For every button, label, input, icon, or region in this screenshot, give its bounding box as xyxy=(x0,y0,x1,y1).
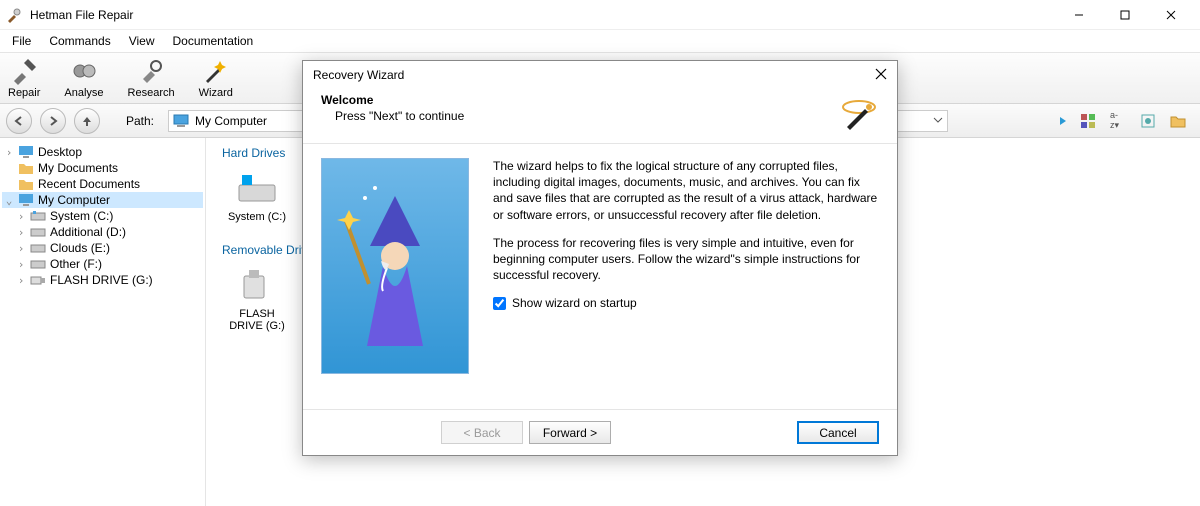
sort-az-icon[interactable]: a-z▾ xyxy=(1110,113,1126,129)
tree-mydocs[interactable]: My Documents xyxy=(2,160,203,176)
drive-icon xyxy=(30,209,46,223)
menu-commands[interactable]: Commands xyxy=(41,32,118,50)
expand-icon[interactable]: › xyxy=(4,146,14,159)
menu-view[interactable]: View xyxy=(121,32,163,50)
app-icon xyxy=(6,7,22,23)
expand-icon[interactable]: › xyxy=(16,242,26,255)
collapse-icon[interactable]: ⌄ xyxy=(4,194,14,207)
usb-drive-icon xyxy=(30,273,46,287)
drive-icon xyxy=(30,257,46,271)
toolbar-analyse[interactable]: Analyse xyxy=(64,57,103,99)
tree-mycomputer[interactable]: ⌄ My Computer xyxy=(2,192,203,208)
cancel-button[interactable]: Cancel xyxy=(797,421,879,444)
titlebar: Hetman File Repair xyxy=(0,0,1200,30)
nav-right-icons: a-z▾ xyxy=(1050,113,1194,129)
dialog-footer: < Back Forward > Cancel xyxy=(303,409,897,455)
drive-system-label: System (C:) xyxy=(228,211,286,223)
tree-clouds-label: Clouds (E:) xyxy=(50,241,110,255)
tree-mydocs-label: My Documents xyxy=(38,161,118,175)
nav-forward-button[interactable] xyxy=(40,108,66,134)
tree-desktop[interactable]: › Desktop xyxy=(2,144,203,160)
back-button: < Back xyxy=(441,421,523,444)
close-button[interactable] xyxy=(1148,0,1194,30)
show-on-startup-checkbox[interactable]: Show wizard on startup xyxy=(493,295,879,311)
toolbar-wizard-label: Wizard xyxy=(199,87,233,99)
tree-panel: › Desktop My Documents Recent Documents ⌄… xyxy=(0,138,206,506)
menu-file[interactable]: File xyxy=(4,32,39,50)
minimize-button[interactable] xyxy=(1056,0,1102,30)
analyse-icon xyxy=(70,57,98,85)
window-title: Hetman File Repair xyxy=(30,8,1056,22)
window-controls xyxy=(1056,0,1194,30)
drive-system-c[interactable]: System (C:) xyxy=(222,171,292,223)
tree-system-label: System (C:) xyxy=(50,209,113,223)
toolbar-repair-label: Repair xyxy=(8,87,40,99)
usb-drive-icon xyxy=(236,268,278,304)
computer-icon xyxy=(173,114,189,128)
dialog-close-button[interactable] xyxy=(875,67,887,84)
tree-clouds-e[interactable]: › Clouds (E:) xyxy=(2,240,203,256)
dialog-text: The wizard helps to fix the logical stru… xyxy=(493,158,879,395)
expand-icon[interactable]: › xyxy=(16,226,26,239)
show-on-startup-input[interactable] xyxy=(493,297,506,310)
view-thumbnails-icon[interactable] xyxy=(1080,113,1096,129)
toolbar-research-label: Research xyxy=(128,87,175,99)
tree-desktop-label: Desktop xyxy=(38,145,82,159)
tree-other-f[interactable]: › Other (F:) xyxy=(2,256,203,272)
toolbar-research[interactable]: Research xyxy=(128,57,175,99)
dialog-subheading: Press "Next" to continue xyxy=(321,109,839,123)
menubar: File Commands View Documentation xyxy=(0,30,1200,52)
forward-button[interactable]: Forward > xyxy=(529,421,611,444)
repair-icon xyxy=(10,57,38,85)
tree-recent-label: Recent Documents xyxy=(38,177,140,191)
dialog-header: Welcome Press "Next" to continue xyxy=(303,89,897,144)
folder-view-icon[interactable] xyxy=(1170,113,1186,129)
drive-icon xyxy=(30,225,46,239)
tree-additional-label: Additional (D:) xyxy=(50,225,126,239)
magic-wand-icon xyxy=(839,93,879,133)
go-arrow-icon[interactable] xyxy=(1050,113,1066,129)
expand-icon[interactable]: › xyxy=(16,210,26,223)
nav-back-button[interactable] xyxy=(6,108,32,134)
drive-icon xyxy=(236,171,278,207)
drive-flash-label: FLASH DRIVE (G:) xyxy=(222,308,292,332)
desktop-icon xyxy=(18,145,34,159)
recovery-wizard-dialog: Recovery Wizard Welcome Press "Next" to … xyxy=(302,60,898,456)
dialog-body: The wizard helps to fix the logical stru… xyxy=(303,144,897,409)
expand-icon[interactable]: › xyxy=(16,274,26,287)
maximize-button[interactable] xyxy=(1102,0,1148,30)
tree-other-label: Other (F:) xyxy=(50,257,102,271)
dialog-heading: Welcome xyxy=(321,93,839,107)
computer-icon xyxy=(18,193,34,207)
show-on-startup-label: Show wizard on startup xyxy=(512,295,637,311)
dialog-title: Recovery Wizard xyxy=(313,68,404,82)
tree-mycomputer-label: My Computer xyxy=(38,193,110,207)
tree-flash-g[interactable]: › FLASH DRIVE (G:) xyxy=(2,272,203,288)
expand-icon[interactable]: › xyxy=(16,258,26,271)
dialog-para2: The process for recovering files is very… xyxy=(493,235,879,284)
nav-up-button[interactable] xyxy=(74,108,100,134)
dialog-titlebar: Recovery Wizard xyxy=(303,61,897,89)
menu-documentation[interactable]: Documentation xyxy=(165,32,262,50)
preview-icon[interactable] xyxy=(1140,113,1156,129)
toolbar-analyse-label: Analyse xyxy=(64,87,103,99)
drive-icon xyxy=(30,241,46,255)
folder-icon xyxy=(18,177,34,191)
wizard-icon xyxy=(202,57,230,85)
toolbar-wizard[interactable]: Wizard xyxy=(199,57,233,99)
dialog-para1: The wizard helps to fix the logical stru… xyxy=(493,158,879,223)
tree-system-c[interactable]: › System (C:) xyxy=(2,208,203,224)
path-label: Path: xyxy=(126,114,154,128)
research-icon xyxy=(137,57,165,85)
toolbar-repair[interactable]: Repair xyxy=(8,57,40,99)
dropdown-icon[interactable] xyxy=(933,114,943,128)
tree-recent[interactable]: Recent Documents xyxy=(2,176,203,192)
drive-flash-g[interactable]: FLASH DRIVE (G:) xyxy=(222,268,292,332)
wizard-illustration xyxy=(321,158,469,374)
tree-additional-d[interactable]: › Additional (D:) xyxy=(2,224,203,240)
tree-flash-label: FLASH DRIVE (G:) xyxy=(50,273,153,287)
folder-icon xyxy=(18,161,34,175)
